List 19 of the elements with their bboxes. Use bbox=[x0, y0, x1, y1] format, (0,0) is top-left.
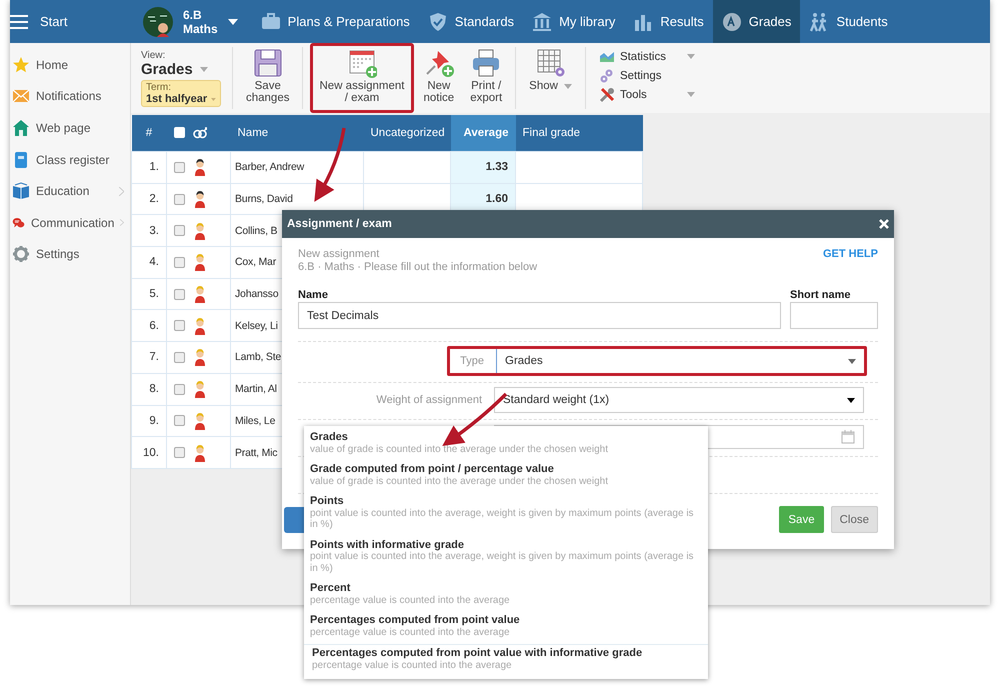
subject-name: Maths bbox=[183, 22, 218, 36]
field-label: Name bbox=[298, 289, 329, 302]
row-number: 4. bbox=[132, 246, 166, 278]
row-number: 6. bbox=[132, 310, 166, 342]
row-number: 5. bbox=[132, 278, 166, 310]
row-number: 1. bbox=[132, 152, 166, 184]
field-label: Weight of assignment bbox=[375, 394, 483, 406]
row-number: 8. bbox=[132, 373, 166, 405]
field-label: Short name bbox=[790, 289, 852, 302]
field-label: Type bbox=[459, 354, 485, 369]
class-name: 6.B bbox=[183, 8, 203, 22]
row-number: 7. bbox=[132, 342, 166, 374]
row-number: 10. bbox=[132, 436, 166, 468]
view-label: View: bbox=[141, 50, 166, 61]
average-grade: 1.33 bbox=[450, 152, 516, 184]
row-number: 9. bbox=[132, 405, 166, 437]
row-number: 2. bbox=[132, 183, 166, 215]
student-name: Barber, Andrew bbox=[230, 152, 364, 184]
row-number: 3. bbox=[132, 214, 166, 247]
